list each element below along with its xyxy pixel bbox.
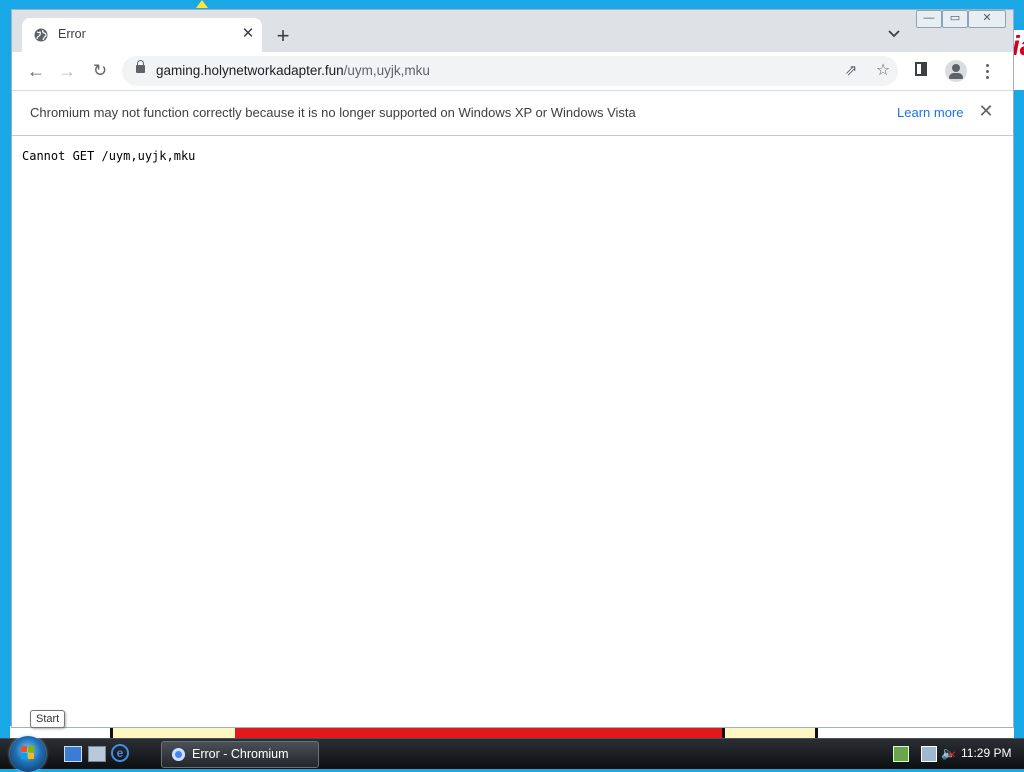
switch-windows-icon[interactable]	[88, 746, 106, 762]
profile-avatar-head	[952, 64, 960, 72]
forward-button[interactable]: →	[55, 59, 79, 83]
chromium-icon	[172, 748, 185, 761]
lock-icon[interactable]	[136, 60, 145, 73]
profile-avatar-icon[interactable]	[945, 60, 967, 82]
bookmark-star-icon[interactable]: ☆	[872, 60, 894, 82]
profile-avatar-body	[949, 73, 963, 79]
url-host: gaming.holynetworkadapter.fun	[156, 63, 344, 78]
volume-muted-icon[interactable]: 🔈 ✕	[941, 746, 956, 761]
desktop-fragment-red	[235, 726, 725, 738]
tab-strip: Error ✕ + — ▭ ✕	[12, 10, 1013, 52]
new-tab-button[interactable]: +	[272, 25, 294, 47]
display-tray-icon[interactable]	[921, 746, 937, 762]
desktop-fragment-top	[196, 0, 208, 8]
desktop-fragment-bottom	[10, 726, 1014, 741]
minimize-button[interactable]: —	[916, 10, 942, 28]
tab-error[interactable]: Error ✕	[22, 18, 262, 52]
close-window-button[interactable]: ✕	[968, 10, 1006, 28]
clock[interactable]: 11:29 PM	[961, 746, 1011, 760]
unsupported-os-infobar: Chromium may not function correctly beca…	[12, 90, 1013, 136]
internet-explorer-icon[interactable]: e	[111, 744, 129, 762]
reload-button[interactable]: ↻	[88, 59, 112, 83]
desktop-fragment-right: ia	[1012, 30, 1024, 90]
side-panel-icon[interactable]	[915, 62, 927, 76]
learn-more-link[interactable]: Learn more	[897, 105, 963, 120]
taskbar-button-label: Error - Chromium	[192, 747, 289, 761]
tab-title: Error	[58, 27, 86, 41]
taskbar-button-chromium[interactable]: Error - Chromium	[161, 741, 319, 768]
desktop-fragment-yellow-left	[110, 726, 238, 738]
tab-search-chevron-icon[interactable]	[885, 26, 903, 44]
share-icon[interactable]: ⇗	[840, 60, 862, 82]
show-desktop-icon[interactable]	[64, 746, 82, 762]
browser-window: Error ✕ + — ▭ ✕ ← → ↻ gaming.holynetwork…	[12, 10, 1013, 727]
maximize-button[interactable]: ▭	[942, 10, 968, 28]
browser-toolbar: ← → ↻ gaming.holynetworkadapter.fun/uym,…	[12, 52, 1013, 90]
page-content: Cannot GET /uym,uyjk,mku	[12, 136, 1013, 727]
network-tray-icon[interactable]	[893, 746, 909, 762]
tab-close-icon[interactable]: ✕	[238, 24, 258, 44]
start-tooltip: Start	[30, 710, 66, 728]
infobar-close-icon[interactable]: ✕	[976, 101, 996, 121]
back-button[interactable]: ←	[24, 59, 48, 83]
error-message: Cannot GET /uym,uyjk,mku	[22, 149, 196, 163]
start-button[interactable]	[10, 736, 46, 772]
taskbar: e Error - Chromium 🔈 ✕ 11:29 PM	[0, 736, 1024, 772]
url-path: /uym,uyjk,mku	[343, 63, 430, 78]
windows-logo-icon	[21, 746, 35, 760]
url-text[interactable]: gaming.holynetworkadapter.fun/uym,uyjk,m…	[156, 63, 430, 78]
address-bar[interactable]: gaming.holynetworkadapter.fun/uym,uyjk,m…	[122, 56, 898, 86]
globe-icon	[34, 28, 48, 42]
infobar-message: Chromium may not function correctly beca…	[30, 105, 636, 120]
menu-dots-icon[interactable]	[980, 61, 996, 81]
